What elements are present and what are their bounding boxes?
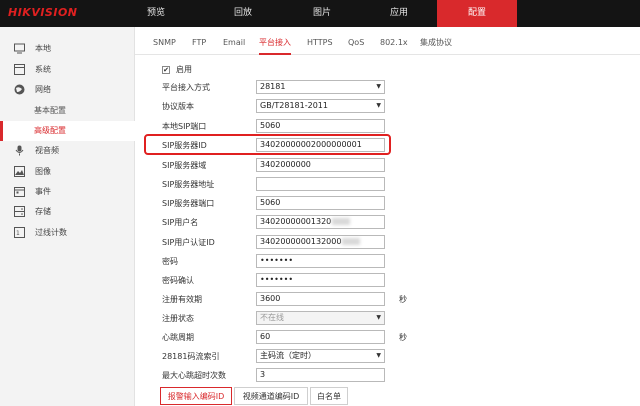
redaction-blur [332,218,351,225]
platform-access-mode-select[interactable]: 28181 [256,80,385,94]
mic-icon [15,145,24,156]
label-sip-username: SIP用户名 [162,218,199,227]
sip-username-input[interactable]: 34020000001320 [256,215,385,229]
password-confirm-input[interactable]: ••••••• [256,273,385,287]
label-max-heartbeat-timeout: 最大心跳超时次数 [162,371,226,380]
sip-server-address-input[interactable] [256,177,385,191]
label-sip-server-domain: SIP服务器域 [162,161,207,170]
svg-text:1: 1 [16,230,20,237]
label-sip-server-port: SIP服务器端口 [162,199,215,208]
registration-status-select: 不在线 [256,311,385,325]
unit-seconds: 秒 [399,333,407,342]
heartbeat-period-input[interactable]: 60 [256,330,385,344]
password-input[interactable]: ••••••• [256,254,385,268]
sip-auth-id-input[interactable]: 3402000000132000 [256,235,385,249]
sidebar-item-label: 本地 [35,44,51,53]
label-sip-server-address: SIP服务器地址 [162,180,215,189]
nav-configuration[interactable]: 配置 [437,0,517,27]
sidebar-item-audio-video[interactable]: 视音频 [0,141,135,161]
tab-qos[interactable]: QoS [348,27,364,55]
redaction-blur [342,238,361,245]
label-protocol-version: 协议版本 [162,102,194,111]
sidebar-item-event[interactable]: 事件 [0,182,135,202]
sidebar-item-line-count[interactable]: 1 过线计数 [0,223,135,243]
sidebar-item-system[interactable]: 系统 [0,60,135,80]
stream-index-select[interactable]: 主码流（定时） [256,349,385,363]
label-sip-auth-id: SIP用户认证ID [162,238,215,247]
unit-seconds: 秒 [399,295,407,304]
nav-application[interactable]: 应用 [363,0,435,27]
tab-snmp[interactable]: SNMP [153,27,176,55]
subtab-alarm-input-id[interactable]: 报警输入编码ID [160,387,232,405]
label-stream-index: 28181码流索引 [162,352,220,361]
tab-https[interactable]: HTTPS [307,27,333,55]
nav-picture[interactable]: 图片 [286,0,358,27]
label-platform-access-mode: 平台接入方式 [162,83,210,92]
label-password-confirm: 密码确认 [162,276,194,285]
tab-integration-protocol[interactable]: 集成协议 [420,27,452,55]
sidebar: 本地 系统 网络 基本配置 高级配置 视音频 图像 事件 存储 1 过线计数 [0,27,135,406]
calendar-icon [14,187,25,197]
image-icon [14,166,25,177]
sidebar-item-label: 存储 [35,207,51,216]
sip-server-port-input[interactable]: 5060 [256,196,385,210]
max-heartbeat-timeout-input[interactable]: 3 [256,368,385,382]
nav-preview[interactable]: 预览 [120,0,192,27]
registration-expiry-input[interactable]: 3600 [256,292,385,306]
tab-ftp[interactable]: FTP [192,27,206,55]
sidebar-item-label: 视音频 [35,146,59,155]
config-tabs: SNMP FTP Email 平台接入 HTTPS QoS 802.1x 集成协… [135,27,640,55]
tab-8021x[interactable]: 802.1x [380,27,408,55]
sidebar-item-storage[interactable]: 存储 [0,202,135,222]
subtab-video-channel-id[interactable]: 视频通道编码ID [234,387,308,405]
sip-server-domain-input[interactable]: 3402000000 [256,158,385,172]
sidebar-item-label: 过线计数 [35,228,67,237]
top-nav-bar: HIKVISION 预览 回放 图片 应用 配置 [0,0,640,27]
system-icon [14,64,25,75]
sidebar-item-image[interactable]: 图像 [0,162,135,182]
sidebar-item-label: 图像 [35,167,51,176]
hikvision-logo: HIKVISION [8,6,78,19]
label-local-sip-port: 本地SIP端口 [162,122,207,131]
tab-platform-access[interactable]: 平台接入 [259,27,291,55]
sidebar-item-local[interactable]: 本地 [0,39,135,59]
sidebar-item-network[interactable]: 网络 [0,80,135,100]
protocol-version-select[interactable]: GB/T28181-2011 [256,99,385,113]
sidebar-subitem-basic-config[interactable]: 基本配置 [0,101,135,121]
label-password: 密码 [162,257,178,266]
label-registration-expiry: 注册有效期 [162,295,202,304]
nav-playback[interactable]: 回放 [207,0,279,27]
monitor-icon [14,43,25,54]
local-sip-port-input[interactable]: 5060 [256,119,385,133]
sidebar-subitem-advanced-config[interactable]: 高级配置 [0,121,135,141]
sidebar-item-label: 事件 [35,187,51,196]
storage-icon [14,206,25,217]
enable-label: 启用 [176,65,192,74]
tab-email[interactable]: Email [223,27,245,55]
globe-icon [14,84,25,95]
highlight-annotation-box [144,134,391,155]
label-heartbeat-period: 心跳周期 [162,333,194,342]
sidebar-item-label: 系统 [35,65,51,74]
subtab-whitelist[interactable]: 白名单 [310,387,348,405]
label-registration-status: 注册状态 [162,314,194,323]
count-icon: 1 [14,227,25,238]
sidebar-item-label: 网络 [35,85,51,94]
enable-checkbox[interactable]: ✔ [162,66,170,74]
